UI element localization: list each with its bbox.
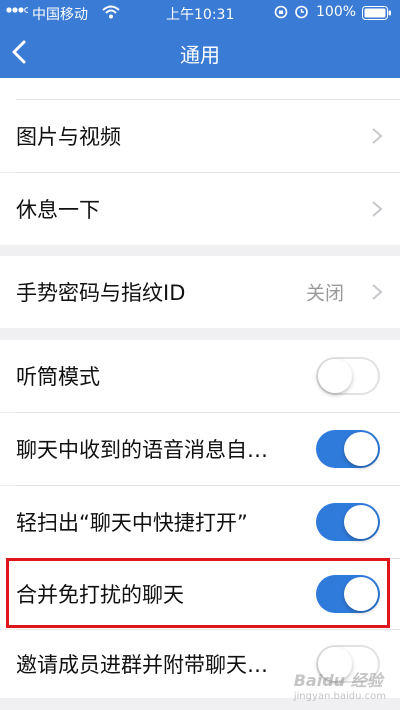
toggle-switch[interactable] (316, 357, 380, 395)
toggle-switch[interactable] (316, 503, 380, 541)
row-gesture-fingerprint[interactable]: 手势密码与指纹ID 关闭 (0, 256, 400, 328)
battery-percent: 100% (316, 4, 357, 20)
toggle-knob (344, 505, 378, 539)
row-label: 听筒模式 (16, 365, 100, 389)
battery-icon (362, 6, 392, 24)
row-take-a-break[interactable]: 休息一下 (0, 173, 400, 245)
carrier-label: 中国移动 (32, 7, 88, 23)
group-top-cap (0, 78, 400, 100)
row-swipe-quick-open: 轻扫出“聊天中快捷打开” (0, 486, 400, 558)
toggle-switch[interactable] (316, 575, 380, 613)
row-label: 聊天中收到的语音消息自… (16, 438, 268, 462)
lock-rotation-icon (274, 5, 288, 23)
row-merge-muted-chats: 合并免打扰的聊天 (0, 559, 400, 629)
toggle-knob (344, 432, 378, 466)
toggle-knob (344, 577, 378, 611)
chevron-right-icon (372, 284, 383, 300)
page-title: 通用 (180, 43, 220, 67)
row-value: 关闭 (305, 282, 344, 305)
alarm-icon (294, 4, 309, 23)
status-bar: 中国移动 上午10:31 100% (0, 0, 400, 26)
row-label: 轻扫出“聊天中快捷打开” (16, 511, 248, 535)
wifi-icon (102, 5, 120, 23)
row-label: 休息一下 (16, 198, 100, 222)
row-label: 合并免打扰的聊天 (16, 583, 184, 607)
toggle-knob (318, 359, 352, 393)
row-voice-autoplay: 聊天中收到的语音消息自… (0, 413, 400, 485)
row-label: 图片与视频 (16, 125, 121, 149)
row-label: 手势密码与指纹ID (16, 281, 186, 305)
row-photos-videos[interactable]: 图片与视频 (0, 100, 400, 172)
nav-bar: 通用 (0, 26, 400, 78)
status-time: 上午10:31 (166, 7, 235, 23)
row-label: 邀请成员进群并附带聊天… (16, 653, 268, 677)
signal-icon (6, 4, 30, 20)
chevron-right-icon (372, 201, 383, 217)
chevron-right-icon (372, 128, 383, 144)
row-earpiece-mode: 听筒模式 (0, 340, 400, 412)
toggle-switch[interactable] (316, 430, 380, 468)
watermark-logo: Baidu 经验 jingyan.baidu.com (293, 671, 386, 702)
